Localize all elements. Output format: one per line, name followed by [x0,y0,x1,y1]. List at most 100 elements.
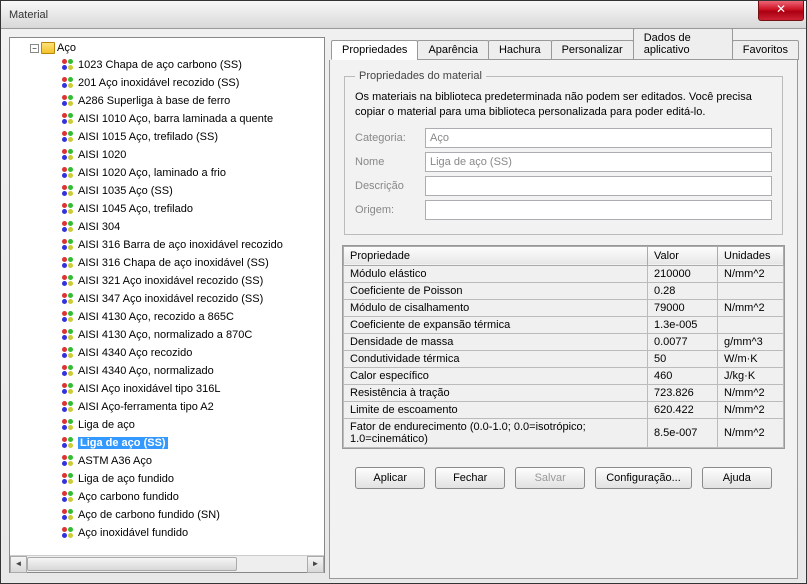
label-category: Categoria: [355,132,425,144]
tree-item[interactable]: A286 Superliga à base de ferro [62,92,324,110]
close-icon[interactable]: ✕ [758,1,804,21]
tree-item-label: AISI 304 [78,221,120,233]
tree-item[interactable]: AISI 4130 Aço, recozido a 865C [62,308,324,326]
tree-item[interactable]: AISI 1015 Aço, trefilado (SS) [62,128,324,146]
tree-item[interactable]: 201 Aço inoxidável recozido (SS) [62,74,324,92]
label-name: Nome [355,156,425,168]
cell-value: 8.5e-007 [648,418,718,447]
cell-units: W/m·K [718,350,784,367]
tab-personalizar[interactable]: Personalizar [551,40,634,60]
cell-value: 723.826 [648,384,718,401]
tab-favoritos[interactable]: Favoritos [732,40,799,60]
scroll-right-icon[interactable]: ► [307,556,324,573]
folder-icon [41,42,55,54]
cell-value: 1.3e-005 [648,316,718,333]
tree-item[interactable]: Liga de aço [62,416,324,434]
save-button[interactable]: Salvar [515,467,585,489]
cell-value: 79000 [648,299,718,316]
tree-item[interactable]: ASTM A36 Aço [62,452,324,470]
collapse-icon[interactable]: − [30,44,39,53]
tree-item[interactable]: Liga de aço fundido [62,470,324,488]
tree-item-label: AISI 1035 Aço (SS) [78,185,173,197]
tree-item-label: AISI 4130 Aço, normalizado a 870C [78,329,252,341]
tree-horizontal-scrollbar[interactable]: ◄ ► [10,555,324,572]
table-row[interactable]: Módulo de cisalhamento79000N/mm^2 [344,299,784,316]
tree-item[interactable]: AISI 4340 Aço recozido [62,344,324,362]
tree-item[interactable]: AISI 1035 Aço (SS) [62,182,324,200]
tree-item[interactable]: Aço inoxidável fundido [62,524,324,542]
tab-propriedades[interactable]: Propriedades [331,40,418,60]
tabbar: PropriedadesAparênciaHachuraPersonalizar… [331,37,798,60]
tree-root[interactable]: − Aço [30,42,324,54]
table-row[interactable]: Densidade de massa0.0077g/mm^3 [344,333,784,350]
tree-item[interactable]: AISI 1020 [62,146,324,164]
property-table[interactable]: Propriedade Valor Unidades Módulo elásti… [343,246,784,448]
input-description[interactable] [425,176,772,196]
scroll-thumb[interactable] [27,557,237,571]
cell-property: Fator de endurecimento (0.0-1.0; 0.0=iso… [344,418,648,447]
table-row[interactable]: Resistência à tração723.826N/mm^2 [344,384,784,401]
material-icon [62,509,74,521]
config-button[interactable]: Configuração... [595,467,692,489]
tree-item[interactable]: AISI 1045 Aço, trefilado [62,200,324,218]
tree-item[interactable]: AISI 347 Aço inoxidável recozido (SS) [62,290,324,308]
cell-value: 460 [648,367,718,384]
tree-item[interactable]: AISI 1020 Aço, laminado a frio [62,164,324,182]
tree-item-label: AISI Aço-ferramenta tipo A2 [78,401,214,413]
material-icon [62,131,74,143]
tree-item[interactable]: 1023 Chapa de aço carbono (SS) [62,56,324,74]
tree-item[interactable]: Aço carbono fundido [62,488,324,506]
label-description: Descrição [355,180,425,192]
cell-units: J/kg·K [718,367,784,384]
property-table-wrap: Propriedade Valor Unidades Módulo elásti… [342,245,785,449]
table-row[interactable]: Coeficiente de Poisson0.28 [344,282,784,299]
tree-item[interactable]: Liga de aço (SS) [62,434,324,452]
material-icon [62,257,74,269]
apply-button[interactable]: Aplicar [355,467,425,489]
tree-item[interactable]: AISI 1010 Aço, barra laminada a quente [62,110,324,128]
tree-item[interactable]: AISI 321 Aço inoxidável recozido (SS) [62,272,324,290]
cell-units: N/mm^2 [718,418,784,447]
titlebar: Material ✕ [1,1,806,29]
tree-item-label: 1023 Chapa de aço carbono (SS) [78,59,242,71]
cell-units: g/mm^3 [718,333,784,350]
tree-item[interactable]: AISI 316 Chapa de aço inoxidável (SS) [62,254,324,272]
tree-item[interactable]: AISI 304 [62,218,324,236]
table-row[interactable]: Coeficiente de expansão térmica1.3e-005 [344,316,784,333]
table-row[interactable]: Fator de endurecimento (0.0-1.0; 0.0=iso… [344,418,784,447]
col-value[interactable]: Valor [648,246,718,265]
tree-item[interactable]: AISI 316 Barra de aço inoxidável recozid… [62,236,324,254]
tab-hachura[interactable]: Hachura [488,40,552,60]
table-row[interactable]: Módulo elástico210000N/mm^2 [344,265,784,282]
material-icon [62,437,74,449]
col-units[interactable]: Unidades [718,246,784,265]
help-button[interactable]: Ajuda [702,467,772,489]
tree-item[interactable]: Aço de carbono fundido (SN) [62,506,324,524]
col-property[interactable]: Propriedade [344,246,648,265]
table-row[interactable]: Limite de escoamento620.422N/mm^2 [344,401,784,418]
cell-value: 0.0077 [648,333,718,350]
row-name: Nome [355,152,772,172]
material-icon [62,527,74,539]
tab-dados-de-aplicativo[interactable]: Dados de aplicativo [633,29,733,60]
tree-item[interactable]: AISI Aço inoxidável tipo 316L [62,380,324,398]
table-row[interactable]: Calor específico460J/kg·K [344,367,784,384]
tree-item[interactable]: AISI 4340 Aço, normalizado [62,362,324,380]
cell-property: Condutividade térmica [344,350,648,367]
cell-property: Coeficiente de Poisson [344,282,648,299]
tree-item-label: AISI 1020 Aço, laminado a frio [78,167,226,179]
scroll-left-icon[interactable]: ◄ [10,556,27,573]
material-properties-group: Propriedades do material Os materiais na… [344,70,783,235]
tab-aparência[interactable]: Aparência [417,40,489,60]
close-button[interactable]: Fechar [435,467,505,489]
cell-value: 0.28 [648,282,718,299]
tree-item[interactable]: AISI 4130 Aço, normalizado a 870C [62,326,324,344]
tree-item-label: AISI 4130 Aço, recozido a 865C [78,311,234,323]
tree-item[interactable]: AISI Aço-ferramenta tipo A2 [62,398,324,416]
tree-item-label: Liga de aço [78,419,135,431]
input-source[interactable] [425,200,772,220]
table-row[interactable]: Condutividade térmica50W/m·K [344,350,784,367]
material-tree[interactable]: − Aço 1023 Chapa de aço carbono (SS) 201 … [10,38,324,555]
material-icon [62,293,74,305]
row-source: Origem: [355,200,772,220]
